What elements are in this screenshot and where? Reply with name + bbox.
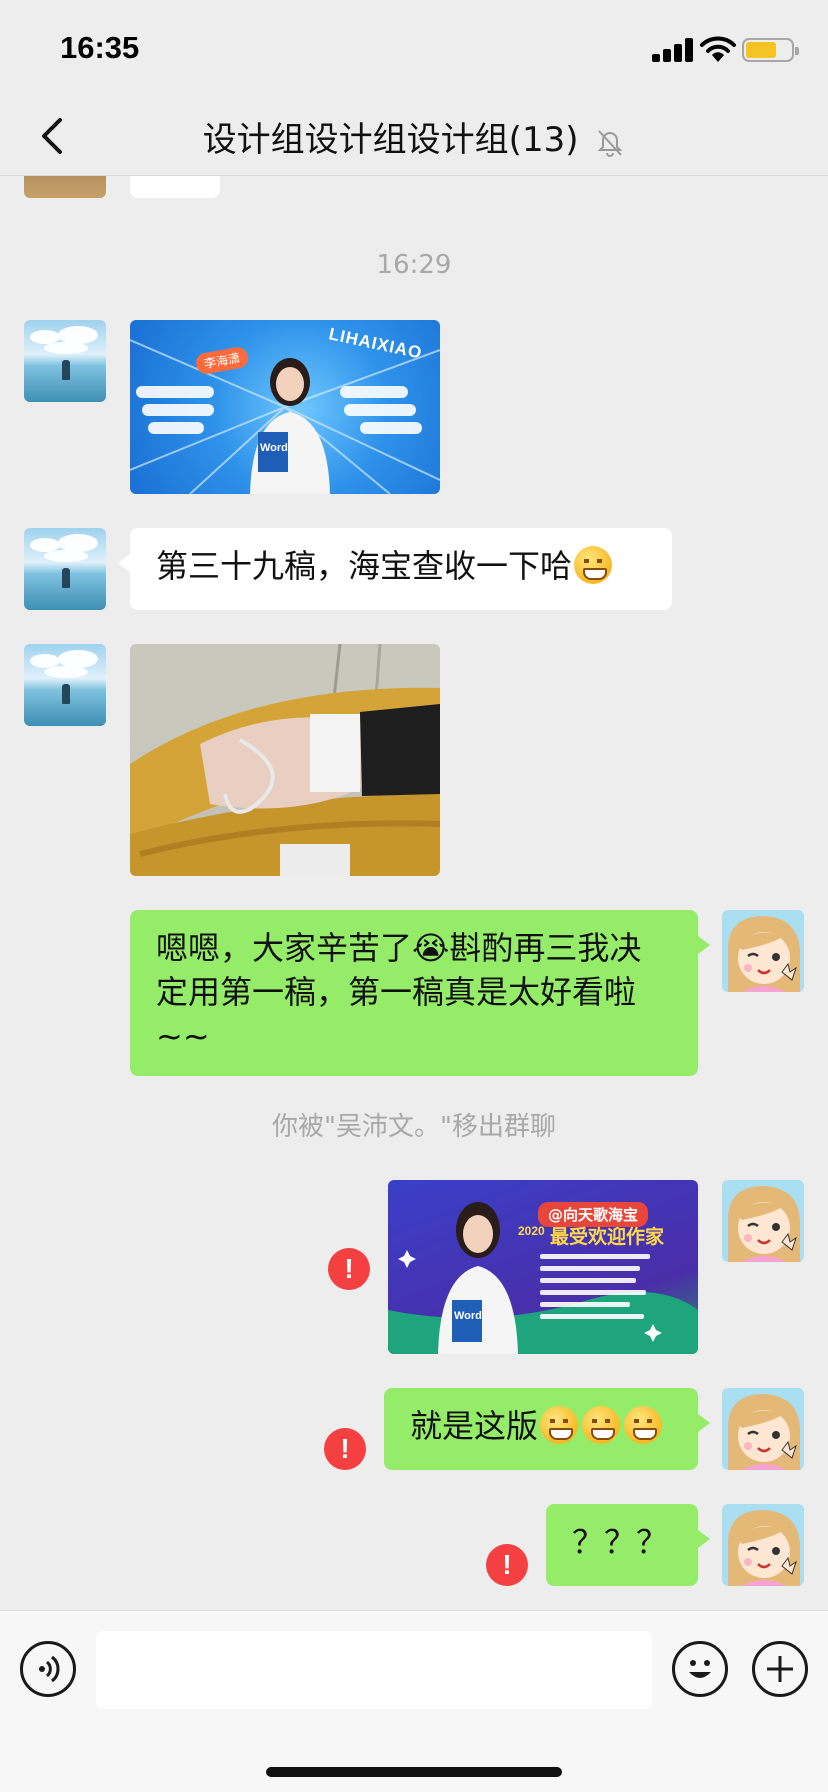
partial-message[interactable] — [130, 176, 220, 198]
wifi-icon — [700, 36, 736, 62]
message-text: ？？？ — [572, 1523, 669, 1561]
avatar[interactable] — [24, 320, 106, 402]
avatar[interactable] — [24, 176, 106, 198]
error-icon[interactable]: ! — [328, 1248, 370, 1290]
status-time: 16:35 — [60, 30, 140, 65]
my-avatar[interactable] — [722, 1504, 804, 1586]
voice-icon-glyph — [39, 1655, 60, 1683]
chat-title: 设计组设计组设计组(13) — [0, 112, 828, 161]
message-timestamp: 16:29 — [376, 250, 452, 280]
bell-slash-icon — [597, 129, 623, 157]
message-text: 第三十九稿，海宝查收一下哈 — [156, 547, 573, 585]
poster-book-label: Word — [260, 442, 288, 454]
smiley-glyph — [689, 1660, 711, 1678]
status-bar: 16:35 — [0, 0, 828, 96]
voice-icon[interactable] — [20, 1641, 76, 1697]
poster-book-label: Word — [454, 1310, 482, 1322]
message-text: 就是这版 — [410, 1407, 539, 1445]
grin-emoji-icon — [582, 1406, 621, 1444]
battery-icon — [742, 38, 799, 62]
home-indicator[interactable] — [266, 1767, 562, 1777]
error-icon[interactable]: ! — [486, 1544, 528, 1586]
girl-avatar-art — [722, 910, 804, 992]
message-text: 嗯嗯，大家辛苦了😭斟酌再三我决定用第一稿，第一稿真是太好看啦~~ — [156, 929, 642, 1055]
system-message: 你被"吴沛文。"移出群聊 — [272, 1112, 556, 1142]
nav-bar: 设计组设计组设计组(13) — [0, 96, 828, 176]
my-avatar[interactable] — [722, 1180, 804, 1262]
message-bubble[interactable]: ？？？ — [546, 1504, 710, 1586]
my-avatar[interactable] — [722, 1388, 804, 1470]
poster-headline: 最受欢迎作家 — [550, 1226, 665, 1248]
chat-title-text: 设计组设计组设计组(13) — [202, 120, 579, 160]
girl-avatar-art — [722, 1180, 804, 1262]
image-message-poster[interactable]: 李海潇 LIHAIXIAO Word — [130, 320, 440, 494]
image-message-photo[interactable] — [130, 644, 440, 876]
emoji-icon[interactable] — [672, 1641, 728, 1697]
image-message-poster[interactable]: @向天歌海宝 2020 最受欢迎作家 Word — [388, 1180, 698, 1354]
input-bar — [0, 1610, 828, 1792]
avatar[interactable] — [24, 528, 106, 610]
message-bubble[interactable]: 嗯嗯，大家辛苦了😭斟酌再三我决定用第一稿，第一稿真是太好看啦~~ — [130, 910, 710, 1076]
thinking-emoji-icon — [574, 546, 613, 584]
my-avatar[interactable] — [722, 910, 804, 992]
photo-content — [130, 644, 440, 876]
message-input[interactable] — [96, 1631, 652, 1709]
girl-avatar-art — [722, 1504, 804, 1586]
message-bubble[interactable]: 第三十九稿，海宝查收一下哈 — [118, 528, 672, 610]
girl-avatar-art — [722, 1388, 804, 1470]
grin-emoji-icon — [624, 1406, 663, 1444]
plus-glyph — [767, 1656, 793, 1682]
message-bubble[interactable]: 就是这版 — [384, 1388, 710, 1470]
chat-area[interactable]: 16:29 李海潇 LIHAIXIAO Word 第三十九稿，海宝查收一下哈 嗯… — [0, 176, 828, 1610]
grin-emoji-icon — [540, 1406, 579, 1444]
cellular-signal-icon — [652, 38, 696, 62]
poster-year: 2020 — [518, 1224, 545, 1238]
plus-icon[interactable] — [752, 1641, 808, 1697]
error-icon[interactable]: ! — [324, 1428, 366, 1470]
avatar[interactable] — [24, 644, 106, 726]
